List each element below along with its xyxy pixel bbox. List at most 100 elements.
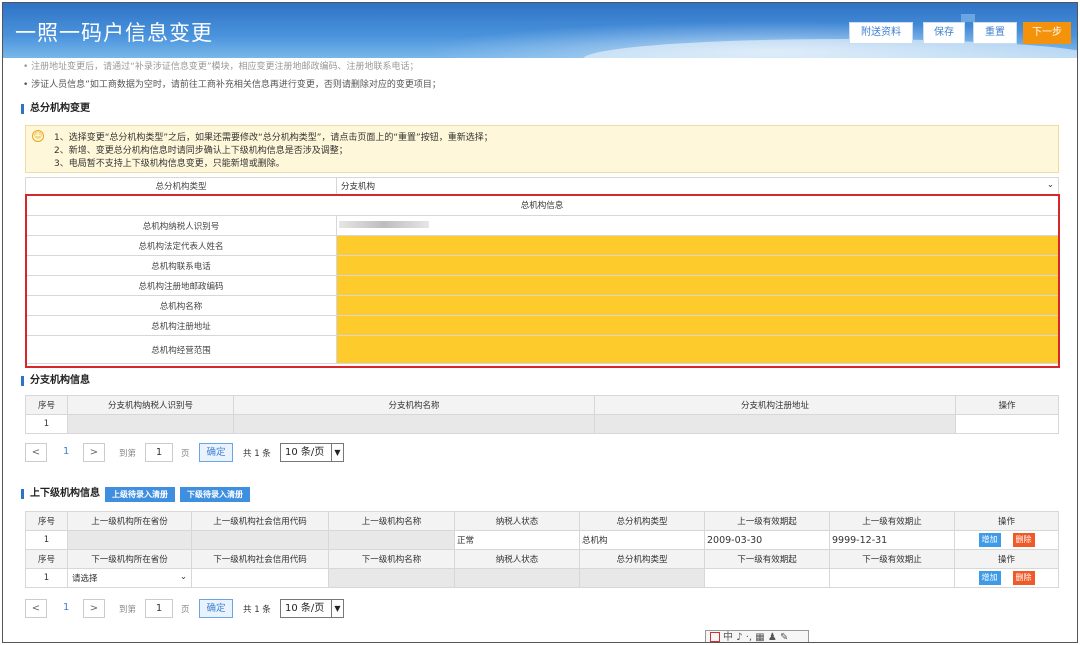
hq-postcode-field[interactable]	[336, 275, 1059, 296]
hq-type-label: 总分机构类型	[25, 177, 337, 195]
column-header: 下一级机构名称	[328, 549, 455, 569]
hq-scope-field[interactable]	[336, 335, 1059, 364]
add-button[interactable]: 增加	[978, 571, 1001, 585]
next-step-button[interactable]: 下一步	[1023, 22, 1071, 44]
hq-address-field[interactable]	[336, 315, 1059, 336]
column-header: 序号	[25, 511, 68, 531]
page-unit-label: 页	[181, 605, 190, 615]
lower-status-cell	[454, 568, 580, 588]
hq-tax-id-value	[336, 215, 1059, 236]
lower-type-cell	[579, 568, 705, 588]
hq-info-table: 总分机构类型 分支机构 ⌄ 总机构信息 总机构纳税人识别号 总机构法定代表人姓名 …	[25, 177, 1059, 364]
upper-credit-code-cell	[191, 530, 329, 550]
lower-start-date-input[interactable]	[704, 568, 830, 588]
hq-address-label: 总机构注册地址	[25, 315, 337, 336]
total-count: 共 1 条	[243, 449, 271, 459]
chevron-down-icon: ▼	[331, 444, 343, 461]
hq-legal-rep-field[interactable]	[336, 235, 1059, 256]
lower-credit-code-input[interactable]	[191, 568, 329, 588]
column-header: 操作	[954, 549, 1059, 569]
hq-section-title: 总分机构变更	[21, 104, 90, 114]
chevron-down-icon: ⌄	[1046, 180, 1054, 190]
goto-confirm-button[interactable]: 确定	[199, 443, 233, 462]
ime-toolbar[interactable]: 中 ♪ ·, ▦ ♟ ✎	[705, 630, 809, 642]
column-header: 纳税人状态	[454, 549, 580, 569]
action-cell	[955, 414, 1059, 434]
goto-page-input[interactable]: 1	[145, 599, 173, 618]
delete-button[interactable]: 删除	[1012, 571, 1035, 585]
hierarchy-section-title: 上下级机构信息	[21, 489, 100, 499]
hq-type-select[interactable]: 分支机构 ⌄	[336, 177, 1059, 195]
upper-type-cell: 总机构	[579, 530, 705, 550]
upper-start-date-cell: 2009-03-30	[704, 530, 830, 550]
upper-name-cell	[328, 530, 455, 550]
upper-end-date-cell: 9999-12-31	[829, 530, 955, 550]
prev-page-button[interactable]: <	[25, 599, 47, 618]
column-header: 序号	[25, 549, 68, 569]
upper-status-cell: 正常	[454, 530, 580, 550]
total-count: 共 1 条	[243, 605, 271, 615]
hq-type-value: 分支机构	[341, 182, 376, 192]
hint-box: ☺ 1、选择变更“总分机构类型”之后，如果还需要修改“总分机构类型”，请点击页面…	[25, 125, 1059, 173]
note-line-2: • 涉证人员信息”如工商数据为空时，请前往工商补充相关信息再进行变更，否则请删除…	[23, 80, 441, 90]
hq-phone-label: 总机构联系电话	[25, 255, 337, 276]
branch-name-cell	[233, 414, 595, 434]
page-header: 一照一码户信息变更 附送资料 保存 重置 下一步	[3, 3, 1077, 58]
table-row: 1 请选择 ⌄ 增加 删除	[25, 568, 1059, 588]
row-index: 1	[25, 568, 68, 588]
table-row: 1 正常 总机构 2009-03-30 9999-12-31 增加 删除	[25, 530, 1059, 550]
lower-pending-list-button[interactable]: 下级待录入清册	[180, 487, 250, 502]
column-header: 下一级机构社会信用代码	[191, 549, 329, 569]
hq-name-field[interactable]	[336, 295, 1059, 316]
chevron-down-icon: ▼	[331, 600, 343, 617]
page-size-select[interactable]: 10 条/页 ▼	[280, 443, 344, 462]
goto-label: 到第	[119, 449, 137, 459]
reset-button[interactable]: 重置	[973, 22, 1017, 44]
column-header: 下一级有效期起	[704, 549, 830, 569]
next-page-button[interactable]: >	[83, 599, 105, 618]
action-cell: 增加 删除	[954, 530, 1059, 550]
column-header: 下一级有效期止	[829, 549, 955, 569]
upper-province-cell	[67, 530, 192, 550]
lower-name-cell	[328, 568, 455, 588]
page-size-value: 10 条/页	[285, 603, 325, 614]
next-page-button[interactable]: >	[83, 443, 105, 462]
header-marker	[961, 14, 975, 22]
page-number[interactable]: 1	[63, 446, 69, 457]
column-header: 操作	[955, 395, 1059, 415]
hint-line: 1、选择变更“总分机构类型”之后，如果还需要修改“总分机构类型”，请点击页面上的…	[54, 133, 493, 143]
column-header: 上一级有效期止	[829, 511, 955, 531]
column-header: 总分机构类型	[579, 511, 705, 531]
column-header: 上一级机构名称	[328, 511, 455, 531]
table-row: 1	[25, 414, 1059, 434]
app-window: 一照一码户信息变更 附送资料 保存 重置 下一步 • 注册地址变更后，请通过“补…	[2, 2, 1078, 643]
column-header: 操作	[954, 511, 1059, 531]
goto-confirm-button[interactable]: 确定	[199, 599, 233, 618]
goto-label: 到第	[119, 605, 137, 615]
attach-materials-button[interactable]: 附送资料	[849, 22, 913, 44]
chevron-down-icon: ⌄	[179, 572, 187, 582]
lower-end-date-input[interactable]	[829, 568, 955, 588]
upper-pending-list-button[interactable]: 上级待录入清册	[105, 487, 175, 502]
column-header: 上一级机构社会信用代码	[191, 511, 329, 531]
action-cell: 增加 删除	[954, 568, 1059, 588]
branch-tax-id-cell	[67, 414, 234, 434]
hq-tax-id-label: 总机构纳税人识别号	[25, 215, 337, 236]
goto-page-input[interactable]: 1	[145, 443, 173, 462]
column-header: 纳税人状态	[454, 511, 580, 531]
column-header: 分支机构纳税人识别号	[67, 395, 234, 415]
add-button[interactable]: 增加	[978, 533, 1001, 547]
column-header: 上一级有效期起	[704, 511, 830, 531]
lower-province-select[interactable]: 请选择 ⌄	[67, 568, 192, 588]
page-number[interactable]: 1	[63, 602, 69, 613]
save-button[interactable]: 保存	[923, 22, 965, 44]
hierarchy-table: 序号 上一级机构所在省份 上一级机构社会信用代码 上一级机构名称 纳税人状态 总…	[25, 511, 1059, 588]
prev-page-button[interactable]: <	[25, 443, 47, 462]
hq-phone-field[interactable]	[336, 255, 1059, 276]
branch-table: 序号 分支机构纳税人识别号 分支机构名称 分支机构注册地址 操作 1	[25, 395, 1059, 434]
column-header: 序号	[25, 395, 68, 415]
ime-logo-icon	[710, 632, 720, 642]
column-header: 分支机构名称	[233, 395, 595, 415]
delete-button[interactable]: 删除	[1012, 533, 1035, 547]
page-size-select[interactable]: 10 条/页 ▼	[280, 599, 344, 618]
